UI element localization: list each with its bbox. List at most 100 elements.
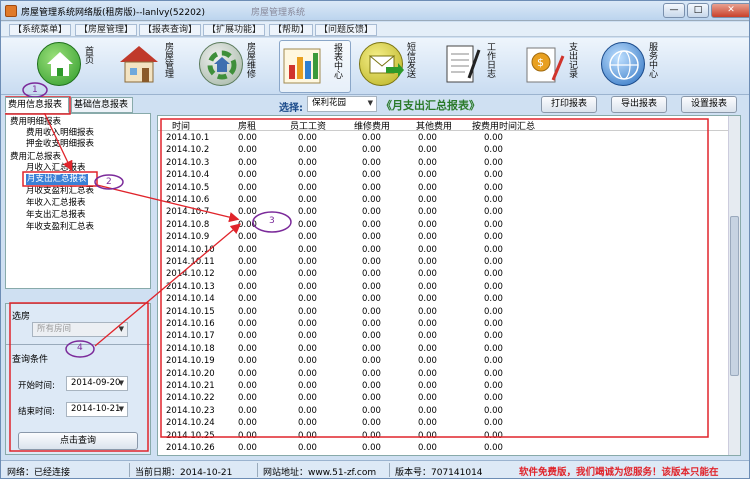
table-row[interactable]: 2014.10.24 0.00 0.00 0.00 0.00 0.00 (158, 417, 740, 430)
menu-house[interactable]: 【房屋管理】 (75, 24, 138, 36)
table-row[interactable]: 2014.10.14 0.00 0.00 0.00 0.00 0.00 (158, 293, 740, 306)
table-cell: 0.00 (418, 244, 437, 255)
table-row[interactable]: 2014.10.20 0.00 0.00 0.00 0.00 0.00 (158, 368, 740, 381)
col-header[interactable]: 房租 (238, 119, 256, 132)
table-row[interactable]: 2014.10.6 0.00 0.00 0.00 0.00 0.00 (158, 194, 740, 207)
table-row[interactable]: 2014.10.25 0.00 0.00 0.00 0.00 0.00 (158, 430, 740, 443)
toolbar-expense-record[interactable]: $ 支出记录 (521, 40, 591, 93)
tab-fee-reports[interactable]: 费用信息报表 (5, 97, 69, 113)
tree-item-year-expense[interactable]: 年支出汇总报表 (26, 210, 86, 221)
table-cell: 0.00 (238, 393, 257, 404)
print-report-button[interactable]: 打印报表 (541, 96, 597, 113)
menu-extend[interactable]: 【扩展功能】 (203, 24, 266, 36)
toolbar-work-log[interactable]: 工作日志 (439, 40, 509, 93)
table-cell: 0.00 (238, 430, 257, 441)
menu-help[interactable]: 【帮助】 (269, 24, 314, 36)
tree-item-year-income[interactable]: 年收入汇总报表 (26, 198, 86, 209)
col-header[interactable]: 按费用时间汇总 (472, 119, 535, 132)
table-row[interactable]: 2014.10.15 0.00 0.00 0.00 0.00 0.00 (158, 306, 740, 319)
col-header[interactable]: 维修费用 (354, 119, 390, 132)
tab-basic-reports[interactable]: 基础信息报表 (71, 97, 133, 113)
table-cell: 0.00 (362, 182, 381, 193)
table-cell: 0.00 (484, 145, 503, 156)
tree-item-month-income[interactable]: 月收入汇总报表 (26, 163, 86, 174)
settings-report-button[interactable]: 设置报表 (681, 96, 737, 113)
toolbar-report-center[interactable]: 报表中心 (279, 40, 351, 93)
table-row[interactable]: 2014.10.22 0.00 0.00 0.00 0.00 0.00 (158, 392, 740, 405)
table-cell: 0.00 (362, 405, 381, 416)
toolbar-sms[interactable]: 短信发送 (359, 40, 429, 93)
col-header[interactable]: 时间 (172, 119, 190, 132)
house-select[interactable]: 所有房间 ▼ (32, 322, 128, 337)
close-button[interactable]: ✕ (711, 3, 749, 18)
table-row[interactable]: 2014.10.16 0.00 0.00 0.00 0.00 0.00 (158, 318, 740, 331)
table-cell: 0.00 (298, 232, 317, 243)
table-cell: 0.00 (484, 294, 503, 305)
table-cell: 0.00 (298, 145, 317, 156)
tree-item-month-profit[interactable]: 月收支盈利汇总表 (26, 186, 94, 197)
table-cell: 0.00 (298, 368, 317, 379)
menu-feedback[interactable]: 【问题反馈】 (315, 24, 378, 36)
scrollbar-thumb[interactable] (730, 216, 739, 376)
query-button[interactable]: 点击查询 (18, 432, 138, 450)
minimize-button[interactable]: — (663, 3, 685, 18)
tree-item-fee-income-detail[interactable]: 费用收入明细报表 (26, 128, 94, 139)
expense-icon: $ (521, 42, 565, 86)
table-row[interactable]: 2014.10.10 0.00 0.00 0.00 0.00 0.00 (158, 244, 740, 257)
table-cell: 0.00 (418, 170, 437, 181)
export-report-button[interactable]: 导出报表 (611, 96, 667, 113)
table-row[interactable]: 2014.10.19 0.00 0.00 0.00 0.00 0.00 (158, 355, 740, 368)
table-row[interactable]: 2014.10.11 0.00 0.00 0.00 0.00 0.00 (158, 256, 740, 269)
community-select[interactable]: 保利花园 ▼ (307, 96, 377, 112)
table-row[interactable]: 2014.10.4 0.00 0.00 0.00 0.00 0.00 (158, 169, 740, 182)
start-date-value: 2014-09-20 (71, 378, 121, 388)
table-row[interactable]: 2014.10.5 0.00 0.00 0.00 0.00 0.00 (158, 182, 740, 195)
table-cell: 0.00 (484, 405, 503, 416)
toolbar-home[interactable]: 首页 (37, 40, 99, 93)
table-row[interactable]: 2014.10.2 0.00 0.00 0.00 0.00 0.00 (158, 144, 740, 157)
table-cell: 2014.10.13 (166, 281, 215, 292)
table-row[interactable]: 2014.10.23 0.00 0.00 0.00 0.00 0.00 (158, 405, 740, 418)
table-cell: 0.00 (298, 343, 317, 354)
table-row[interactable]: 2014.10.17 0.00 0.00 0.00 0.00 0.00 (158, 330, 740, 343)
table-row[interactable]: 2014.10.26 0.00 0.00 0.00 0.00 0.00 (158, 442, 740, 455)
menu-system[interactable]: 【系统菜单】 (9, 24, 72, 36)
toolbar-house-management[interactable]: 房屋管理 (117, 40, 187, 93)
col-header[interactable]: 员工工资 (290, 119, 326, 132)
tree-item-month-expense[interactable]: 月支出汇总报表 (26, 174, 88, 185)
status-version: 版本号：707141014 (395, 468, 483, 478)
table-cell: 0.00 (238, 319, 257, 329)
toolbar-service-center[interactable]: 服务中心 (601, 40, 671, 93)
table-cell: 0.00 (362, 232, 381, 243)
table-row[interactable]: 2014.10.12 0.00 0.00 0.00 0.00 0.00 (158, 268, 740, 281)
table-row[interactable]: 2014.10.18 0.00 0.00 0.00 0.00 0.00 (158, 343, 740, 356)
table-row[interactable]: 2014.10.1 0.00 0.00 0.00 0.00 0.00 (158, 132, 740, 145)
table-row[interactable]: 2014.10.7 0.00 0.00 0.00 0.00 0.00 (158, 206, 740, 219)
col-header[interactable]: 其他费用 (416, 119, 452, 132)
vertical-scrollbar[interactable] (728, 116, 740, 455)
table-cell: 0.00 (298, 356, 317, 367)
maximize-button[interactable]: □ (687, 3, 709, 18)
table-row[interactable]: 2014.10.13 0.00 0.00 0.00 0.00 0.00 (158, 281, 740, 294)
tree-item-fee-summary[interactable]: 费用汇总报表 (10, 152, 61, 163)
tree-item-year-profit[interactable]: 年收支盈利汇总表 (26, 222, 94, 233)
table-cell: 0.00 (484, 269, 503, 280)
toolbar-house-repair[interactable]: 房屋维修 (199, 40, 271, 93)
tree-item-fee-detail[interactable]: 费用明细报表 (10, 117, 61, 128)
house-icon (117, 42, 161, 86)
menu-report[interactable]: 【报表查询】 (139, 24, 202, 36)
table-cell: 2014.10.25 (166, 430, 215, 441)
start-date-picker[interactable]: 2014-09-20 ▼ (66, 376, 128, 391)
table-cell: 2014.10.24 (166, 418, 215, 429)
tree-item-deposit-detail[interactable]: 押金收支明细报表 (26, 139, 94, 150)
table-row[interactable]: 2014.10.9 0.00 0.00 0.00 0.00 0.00 (158, 231, 740, 244)
table-cell: 0.00 (418, 182, 437, 193)
table-cell: 0.00 (238, 294, 257, 305)
table-row[interactable]: 2014.10.3 0.00 0.00 0.00 0.00 0.00 (158, 157, 740, 170)
table-row[interactable]: 2014.10.21 0.00 0.00 0.00 0.00 0.00 (158, 380, 740, 393)
end-date-picker[interactable]: 2014-10-21 ▼ (66, 402, 128, 417)
table-cell: 2014.10.10 (166, 244, 215, 255)
table-cell: 0.00 (238, 133, 257, 143)
chevron-down-icon: ▼ (118, 325, 124, 333)
table-row[interactable]: 2014.10.8 0.00 0.00 0.00 0.00 0.00 (158, 219, 740, 232)
